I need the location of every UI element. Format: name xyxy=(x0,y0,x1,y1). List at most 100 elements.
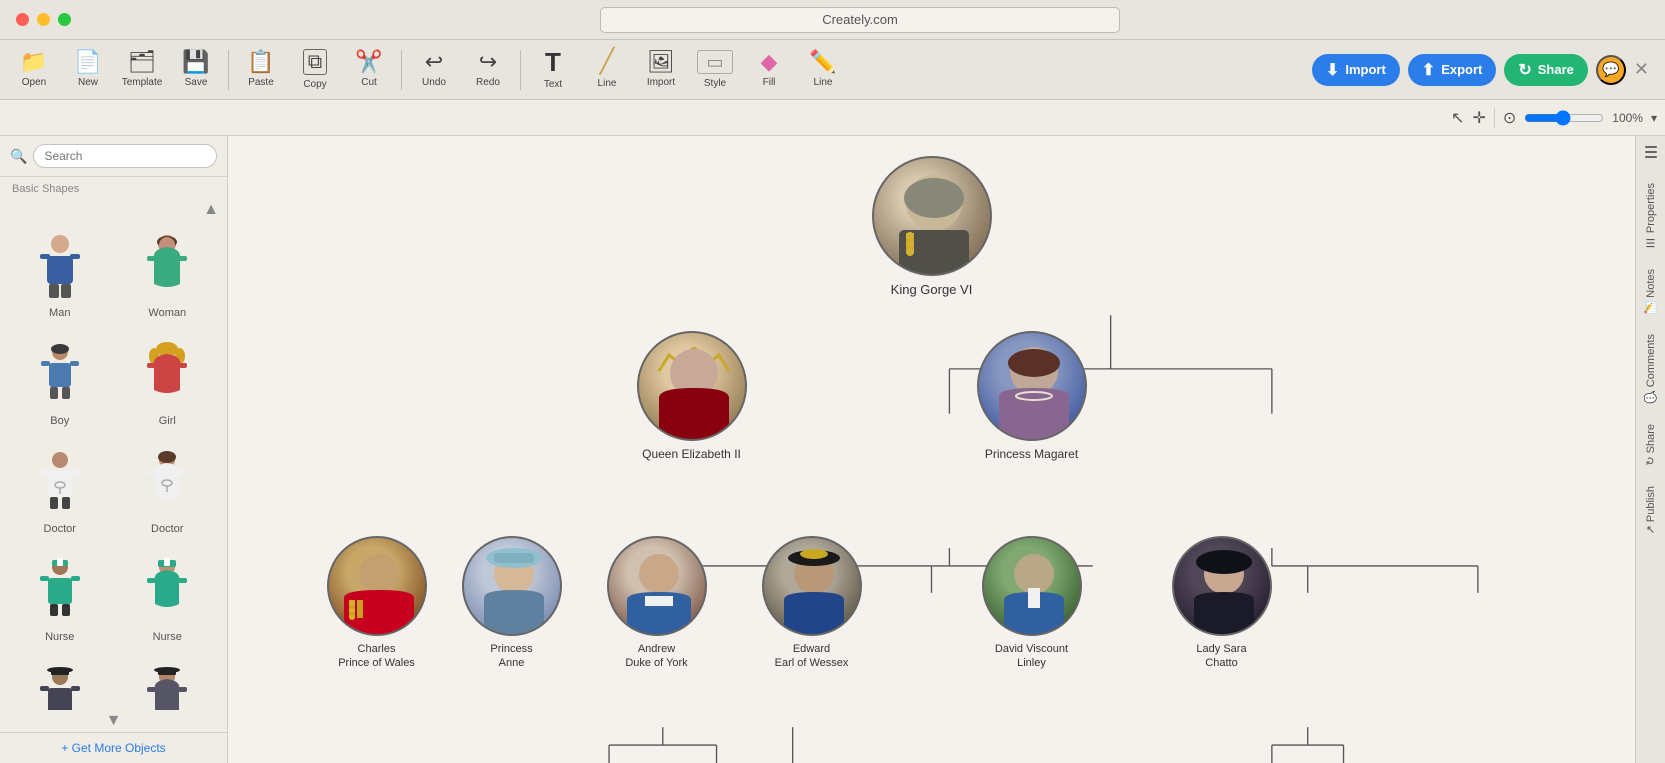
export-label: Export xyxy=(1441,62,1482,77)
new-label: New xyxy=(78,77,98,88)
open-button[interactable]: 📁 Open xyxy=(8,43,60,97)
share-button[interactable]: ↻ Share xyxy=(1504,54,1588,86)
shape-man[interactable]: Man xyxy=(8,223,112,327)
grad-m-figure xyxy=(30,663,90,710)
message-button[interactable]: 💬 xyxy=(1596,55,1626,85)
import-icon: ⬇ xyxy=(1326,60,1339,80)
maximize-button[interactable] xyxy=(58,13,71,26)
shape-doctor-m[interactable]: Doctor xyxy=(8,439,112,543)
main-layout: 🔍 Basic Shapes ▲ Man xyxy=(0,136,1665,763)
url-bar[interactable]: Creately.com xyxy=(600,7,1120,33)
titlebar: Creately.com xyxy=(0,0,1665,40)
node-queen[interactable]: Queen Elizabeth II xyxy=(637,331,747,461)
zoom-slider[interactable] xyxy=(1524,110,1604,126)
toolbar-right: ⬇ Import ⬆ Export ↻ Share 💬 ✕ xyxy=(1312,54,1657,86)
cut-label: Cut xyxy=(361,77,377,88)
canvas-area[interactable]: King Gorge VI Queen Elizabeth II xyxy=(228,136,1635,763)
scroll-up-icon[interactable]: ▲ xyxy=(203,201,219,219)
canvas-toolbar-right: ↖ ✛ ⊙ 100% ▾ xyxy=(1451,108,1657,128)
toolbar-divider xyxy=(1494,108,1495,128)
queen-name: Queen Elizabeth II xyxy=(637,447,747,461)
import-button[interactable]: ⬇ Import xyxy=(1312,54,1400,86)
shape-nurse-m[interactable]: Nurse xyxy=(8,547,112,651)
copy-button[interactable]: ⧉ Copy xyxy=(289,43,341,97)
line-label: Line xyxy=(598,78,617,89)
node-margaret[interactable]: Princess Magaret xyxy=(977,331,1087,461)
node-andrew[interactable]: Andrew Duke of York xyxy=(607,536,707,671)
shape-grad-m[interactable]: Graduate xyxy=(8,655,112,710)
andrew-name: Andrew Duke of York xyxy=(607,642,707,671)
redo-label: Redo xyxy=(476,77,500,88)
node-charles[interactable]: Charles Prince of Wales xyxy=(327,536,427,671)
zoom-target-icon[interactable]: ⊙ xyxy=(1503,108,1516,128)
close-icon[interactable]: ✕ xyxy=(1634,59,1649,80)
doctor-m-label: Doctor xyxy=(44,523,76,535)
new-button[interactable]: 📄 New xyxy=(62,43,114,97)
shape-nurse-f[interactable]: Nurse xyxy=(116,547,220,651)
zoom-level: 100% xyxy=(1612,111,1643,125)
share-label: Share xyxy=(1538,62,1574,77)
redo-button[interactable]: ↪ Redo xyxy=(462,43,514,97)
shape-girl[interactable]: Girl xyxy=(116,331,220,435)
right-collapse-icon[interactable] xyxy=(1643,144,1659,165)
node-david[interactable]: David Viscount Linley xyxy=(982,536,1082,671)
cut-button[interactable]: ✂️ Cut xyxy=(343,43,395,97)
style-button[interactable]: ▭ Style xyxy=(689,43,741,97)
tab-properties[interactable]: ☰ Properties xyxy=(1640,175,1661,257)
man-figure xyxy=(30,231,90,301)
shape-doctor-f[interactable]: Doctor xyxy=(116,439,220,543)
fill-icon: ◆ xyxy=(761,51,778,73)
template-button[interactable]: 🗂 Template xyxy=(116,43,168,97)
right-sidebar: ☰ Properties 📝 Notes 💬 Comments ↻ Share … xyxy=(1635,136,1665,763)
fill-button[interactable]: ◆ Fill xyxy=(743,43,795,97)
nurse-f-figure xyxy=(137,555,197,625)
undo-icon: ↩ xyxy=(425,51,443,73)
window-controls xyxy=(16,13,71,26)
line2-button[interactable]: ✏️ Line xyxy=(797,43,849,97)
line-button[interactable]: ╱ Line xyxy=(581,43,633,97)
shape-boy[interactable]: Boy xyxy=(8,331,112,435)
save-icon: 💾 xyxy=(182,51,209,73)
search-box: 🔍 xyxy=(0,136,227,177)
shape-woman[interactable]: Woman xyxy=(116,223,220,327)
minimize-button[interactable] xyxy=(37,13,50,26)
pan-tool-icon[interactable]: ✛ xyxy=(1472,108,1485,128)
nurse-m-figure xyxy=(30,555,90,625)
import-label: Import xyxy=(1345,62,1385,77)
node-anne[interactable]: Princess Anne xyxy=(462,536,562,671)
search-input[interactable] xyxy=(33,144,217,168)
export-button[interactable]: ⬆ Export xyxy=(1408,54,1497,86)
tab-share[interactable]: ↻ Share xyxy=(1640,416,1661,474)
paste-label: Paste xyxy=(248,77,274,88)
shapes-grid: Man Woman xyxy=(0,219,227,710)
text-button[interactable]: T Text xyxy=(527,43,579,97)
tab-comments[interactable]: 💬 Comments xyxy=(1640,326,1661,412)
scroll-down-icon[interactable]: ▼ xyxy=(106,712,122,729)
properties-icon: ☰ xyxy=(1645,236,1657,249)
text-label: Text xyxy=(544,79,562,90)
grad-f-figure xyxy=(137,663,197,710)
select-tool-icon[interactable]: ↖ xyxy=(1451,108,1464,128)
king-name: King Gorge VI xyxy=(872,282,992,297)
line2-icon: ✏️ xyxy=(809,51,836,73)
doctor-m-figure xyxy=(30,447,90,517)
import-image-button[interactable]: 🖼 Import xyxy=(635,43,687,97)
get-more-button[interactable]: + Get More Objects xyxy=(0,732,227,763)
publish-icon: ↗ xyxy=(1645,525,1657,534)
node-king[interactable]: King Gorge VI xyxy=(872,156,992,297)
charles-name: Charles Prince of Wales xyxy=(327,642,427,671)
save-label: Save xyxy=(185,77,208,88)
paste-button[interactable]: 📋 Paste xyxy=(235,43,287,97)
undo-button[interactable]: ↩ Undo xyxy=(408,43,460,97)
node-edward[interactable]: Edward Earl of Wessex xyxy=(762,536,862,671)
tab-notes[interactable]: 📝 Notes xyxy=(1640,261,1661,322)
save-button[interactable]: 💾 Save xyxy=(170,43,222,97)
shape-grad-f[interactable]: Graduate xyxy=(116,655,220,710)
woman-label: Woman xyxy=(148,307,186,319)
tab-publish[interactable]: ↗ Publish xyxy=(1640,478,1661,542)
node-sara[interactable]: Lady Sara Chatto xyxy=(1172,536,1272,671)
man-label: Man xyxy=(49,307,70,319)
close-button[interactable] xyxy=(16,13,29,26)
import-image-icon: 🖼 xyxy=(647,51,675,73)
zoom-dropdown-icon[interactable]: ▾ xyxy=(1651,111,1657,125)
